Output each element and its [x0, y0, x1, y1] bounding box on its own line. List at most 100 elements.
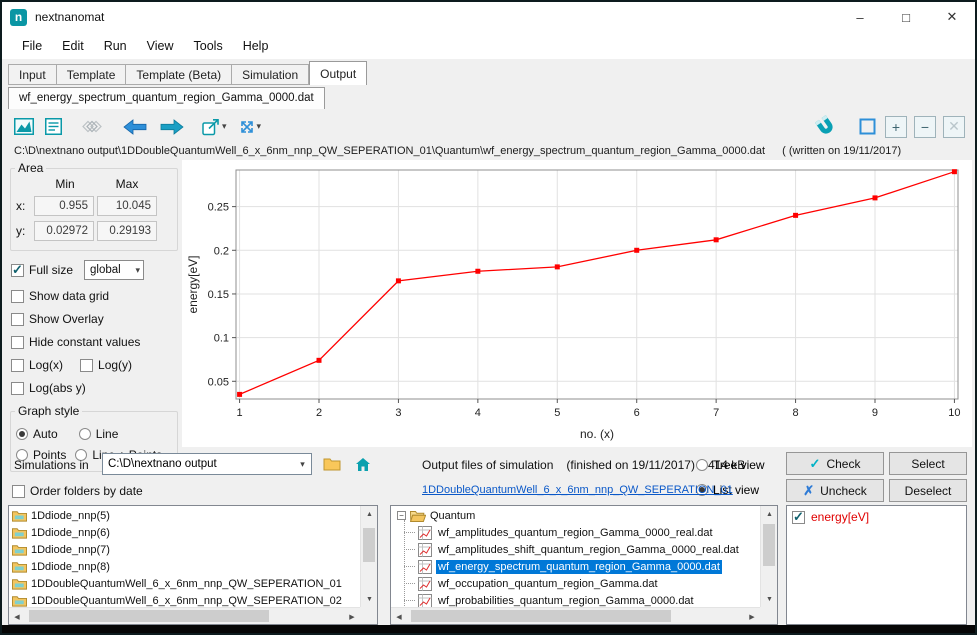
- collapse-expander-icon[interactable]: −: [397, 511, 406, 520]
- order-by-date-checkbox[interactable]: [12, 485, 25, 498]
- style-auto-radio[interactable]: [16, 428, 28, 440]
- menu-run[interactable]: Run: [94, 35, 137, 57]
- list-item[interactable]: 1DDoubleQuantumWell_6_x_6nm_nnp_QW_SEPER…: [9, 575, 360, 592]
- overlay-layers-button[interactable]: [77, 117, 107, 136]
- scroll-down-icon[interactable]: ▼: [361, 591, 378, 607]
- vertical-scrollbar[interactable]: ▲ ▼: [760, 506, 777, 607]
- style-auto-label: Auto: [33, 427, 58, 441]
- list-item[interactable]: 1Ddiode_nnp(6): [9, 524, 360, 541]
- tree-view-option[interactable]: Tree view: [696, 458, 765, 472]
- plot-view-button[interactable]: [12, 116, 36, 137]
- order-by-date-row[interactable]: Order folders by date: [12, 484, 143, 498]
- home-folder-button[interactable]: [349, 452, 376, 476]
- x-max-field[interactable]: 10.045: [97, 196, 157, 216]
- list-item[interactable]: 1DDoubleQuantumWell_6_x_6nm_nnp_QW_SEPER…: [9, 592, 360, 607]
- simulations-folder-combo[interactable]: C:\D\nextnano output ▾: [102, 453, 312, 475]
- curve-item[interactable]: energy[eV]: [787, 506, 966, 528]
- style-line-radio[interactable]: [79, 428, 91, 440]
- horizontal-scrollbar[interactable]: ◀ ▶: [9, 607, 360, 624]
- horizontal-scrollbar[interactable]: ◀ ▶: [391, 607, 760, 624]
- graph-style-title: Graph style: [15, 404, 82, 418]
- check-button[interactable]: ✓ Check: [786, 452, 884, 475]
- log-abs-checkbox[interactable]: [11, 382, 24, 395]
- list-item[interactable]: 1Ddiode_nnp(8): [9, 558, 360, 575]
- svg-text:10: 10: [948, 407, 960, 419]
- vertical-scrollbar[interactable]: ▲ ▼: [360, 506, 377, 607]
- log-x-checkbox[interactable]: [11, 359, 24, 372]
- tab-template[interactable]: Template: [57, 64, 127, 85]
- tree-file-item[interactable]: wf_amplitudes_quantum_region_Gamma_0000_…: [391, 524, 760, 541]
- hide-constant-row[interactable]: Hide constant values: [11, 335, 180, 349]
- show-data-grid-row[interactable]: Show data grid: [11, 289, 180, 303]
- log-abs-row[interactable]: Log(abs y): [11, 381, 180, 395]
- show-overlay-row[interactable]: Show Overlay: [11, 312, 180, 326]
- tree-file-item[interactable]: wf_occupation_quantum_region_Gamma.dat: [391, 575, 760, 592]
- scroll-up-icon[interactable]: ▲: [361, 506, 378, 522]
- log-y-checkbox[interactable]: [80, 359, 93, 372]
- hide-constant-checkbox[interactable]: [11, 336, 24, 349]
- file-name: wf_probabilities_quantum_region_Gamma_00…: [436, 594, 696, 608]
- fit-view-button[interactable]: ▾: [236, 116, 264, 138]
- export-button[interactable]: ▾: [200, 116, 229, 138]
- scroll-thumb[interactable]: [763, 524, 775, 566]
- show-overlay-checkbox[interactable]: [11, 313, 24, 326]
- zoom-in-button[interactable]: +: [885, 116, 907, 138]
- zoom-region-button[interactable]: [857, 116, 878, 137]
- uncheck-button[interactable]: ✗ Uncheck: [786, 479, 884, 502]
- list-item[interactable]: 1Ddiode_nnp(7): [9, 541, 360, 558]
- scroll-down-icon[interactable]: ▼: [761, 591, 778, 607]
- tab-simulation[interactable]: Simulation: [232, 64, 309, 85]
- forward-button[interactable]: [157, 117, 187, 137]
- snap-magnet-button[interactable]: [814, 114, 838, 140]
- list-item[interactable]: 1Ddiode_nnp(5): [9, 507, 360, 524]
- menu-bar: File Edit Run View Tools Help: [2, 32, 975, 59]
- x-min-field[interactable]: 0.955: [34, 196, 94, 216]
- menu-view[interactable]: View: [137, 35, 184, 57]
- tree-node-folder[interactable]: − Quantum: [391, 507, 760, 524]
- scroll-thumb[interactable]: [363, 528, 375, 562]
- tree-file-item[interactable]: wf_amplitudes_shift_quantum_region_Gamma…: [391, 541, 760, 558]
- zoom-region-icon: [859, 118, 876, 135]
- menu-file[interactable]: File: [12, 35, 52, 57]
- scroll-up-icon[interactable]: ▲: [761, 506, 778, 522]
- menu-tools[interactable]: Tools: [184, 35, 233, 57]
- tab-output[interactable]: Output: [309, 61, 367, 85]
- plot-options-panel: Area Min Max x: 0.955 10.045 y: 0.02972 …: [8, 158, 180, 476]
- energy-spectrum-chart[interactable]: 123456789100.050.10.150.20.25no. (x)ener…: [182, 160, 972, 447]
- curve-checkbox[interactable]: [792, 511, 805, 524]
- full-size-checkbox[interactable]: [11, 264, 24, 277]
- menu-edit[interactable]: Edit: [52, 35, 94, 57]
- window-title: nextnanomat: [35, 10, 104, 24]
- close-button[interactable]: ✕: [929, 2, 975, 32]
- deselect-button[interactable]: Deselect: [889, 479, 967, 502]
- svg-text:0.25: 0.25: [208, 202, 229, 214]
- tree-file-item-selected[interactable]: wf_energy_spectrum_quantum_region_Gamma_…: [391, 558, 760, 575]
- simulation-folder-link[interactable]: 1DDoubleQuantumWell_6_x_6nm_nnp_QW_SEPER…: [422, 484, 733, 496]
- menu-help[interactable]: Help: [233, 35, 279, 57]
- select-button[interactable]: Select: [889, 452, 967, 475]
- tab-template-beta[interactable]: Template (Beta): [126, 64, 232, 85]
- scroll-thumb[interactable]: [411, 610, 671, 622]
- zoom-reset-button[interactable]: ✕: [943, 116, 965, 138]
- output-files-tree-content: − Quantum wf_amplitudes_quantum_region_G…: [391, 506, 760, 607]
- maximize-button[interactable]: □: [883, 2, 929, 32]
- minimize-button[interactable]: –: [837, 2, 883, 32]
- scroll-right-icon[interactable]: ▶: [744, 608, 760, 625]
- show-data-grid-checkbox[interactable]: [11, 290, 24, 303]
- text-view-button[interactable]: [43, 116, 64, 137]
- scroll-thumb[interactable]: [29, 610, 269, 622]
- scroll-right-icon[interactable]: ▶: [344, 608, 360, 625]
- scroll-left-icon[interactable]: ◀: [391, 608, 407, 625]
- back-button[interactable]: [120, 117, 150, 137]
- document-tab[interactable]: wf_energy_spectrum_quantum_region_Gamma_…: [8, 87, 325, 109]
- full-size-scope-dropdown[interactable]: global ▾: [84, 260, 144, 280]
- full-size-checkbox-row[interactable]: Full size global ▾: [11, 260, 180, 280]
- y-max-field[interactable]: 0.29193: [97, 221, 157, 241]
- zoom-out-button[interactable]: −: [914, 116, 936, 138]
- tab-input[interactable]: Input: [8, 64, 57, 85]
- scroll-left-icon[interactable]: ◀: [9, 608, 25, 625]
- tree-view-radio[interactable]: [696, 459, 708, 471]
- tree-file-item[interactable]: wf_probabilities_quantum_region_Gamma_00…: [391, 592, 760, 607]
- y-min-field[interactable]: 0.02972: [34, 221, 94, 241]
- browse-folder-button[interactable]: [318, 452, 345, 476]
